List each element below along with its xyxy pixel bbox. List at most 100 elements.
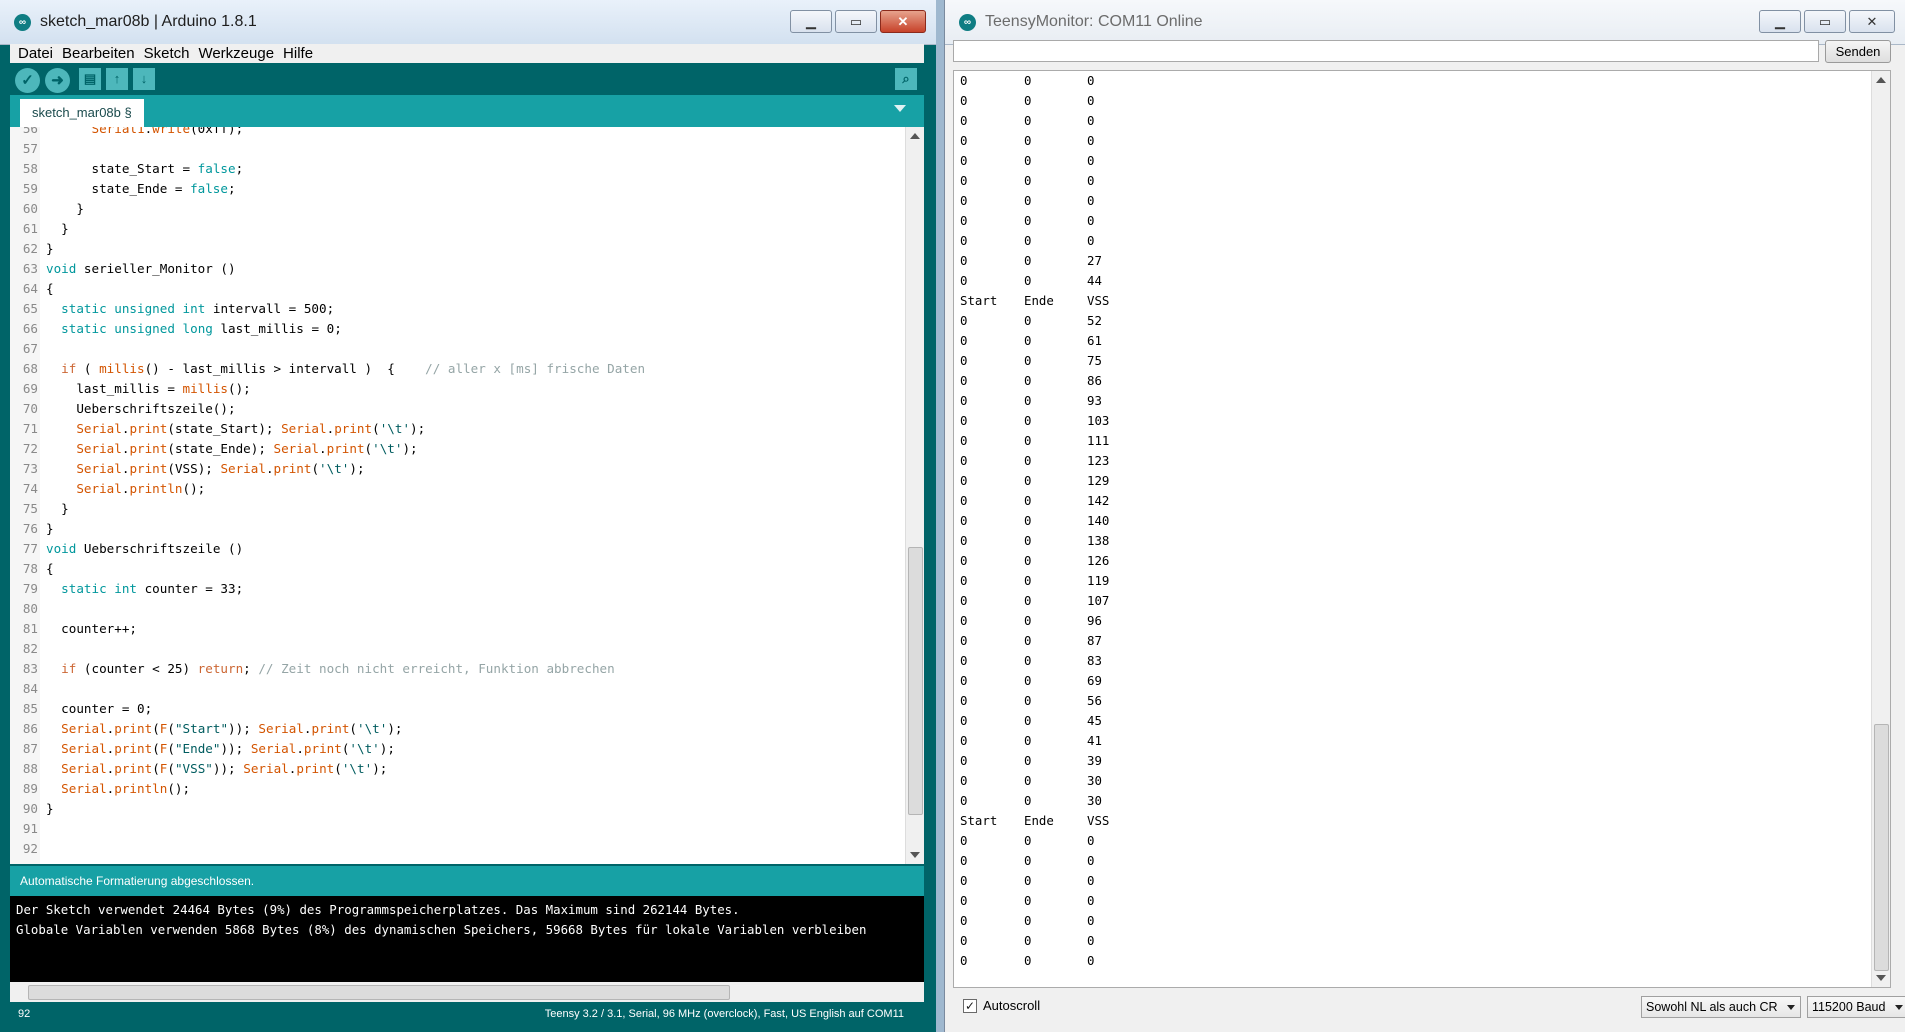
teensy-monitor-window: ∞ TeensyMonitor: COM11 Online ▁ ▭ ✕ Send… (944, 0, 1905, 1032)
monitor-row: 0 0 0 (954, 171, 1890, 191)
monitor-rows: 0 0 0 0 0 0 0 0 0 0 0 0 0 0 0 0 0 0 0 0 0 0 0 0 0 0 0 0 0 27 0 0 44 Start… (954, 71, 1890, 971)
code-line: 70 Ueberschriftszeile(); (10, 399, 904, 419)
code-line: 85 counter = 0; (10, 699, 904, 719)
menu-hilfe[interactable]: Hilfe (283, 44, 313, 63)
monitor-row: 0 0 69 (954, 671, 1890, 691)
monitor-row: 0 0 44 (954, 271, 1890, 291)
monitor-row: 0 0 126 (954, 551, 1890, 571)
monitor-row: 0 0 0 (954, 951, 1890, 971)
monitor-row: 0 0 56 (954, 691, 1890, 711)
scroll-thumb[interactable] (1874, 724, 1889, 971)
line-number: 80 (22, 601, 38, 616)
console-horizontal-scrollbar[interactable] (10, 982, 924, 1002)
menu-datei[interactable]: Datei (18, 44, 53, 63)
monitor-row: 0 0 41 (954, 731, 1890, 751)
scroll-thumb[interactable] (908, 547, 923, 815)
monitor-row: 0 0 111 (954, 431, 1890, 451)
send-button[interactable]: Senden (1825, 40, 1891, 63)
autoscroll-checkbox[interactable]: ✓ (963, 999, 977, 1013)
chevron-down-icon (1787, 1005, 1795, 1010)
line-number: 82 (22, 641, 38, 656)
save-icon[interactable]: ↓ (133, 68, 155, 90)
tab-menu-icon[interactable] (894, 105, 906, 112)
scroll-down-icon[interactable] (910, 852, 920, 858)
new-icon[interactable]: ▤ (79, 68, 101, 90)
baud-value: 115200 Baud (1812, 1000, 1886, 1014)
line-number: 71 (22, 421, 38, 436)
maximize-button[interactable]: ▭ (835, 10, 877, 33)
monitor-cell: 107 (1087, 593, 1110, 608)
scroll-down-icon[interactable] (1876, 975, 1886, 981)
monitor-cell: 0 (1024, 873, 1032, 888)
monitor-cell: 0 (960, 713, 968, 728)
monitor-cell: 0 (960, 733, 968, 748)
monitor-cell: 56 (1087, 693, 1102, 708)
line-ending-select[interactable]: Sowohl NL als auch CR (1641, 996, 1801, 1018)
minimize-button[interactable]: ▁ (790, 10, 832, 33)
maximize-icon: ▭ (1818, 13, 1832, 29)
verify-icon[interactable]: ✓ (15, 68, 40, 93)
baud-select[interactable]: 115200 Baud (1807, 996, 1905, 1018)
code-editor[interactable]: 56 Serial1.write(0xff); 57 58 state_Start … (10, 127, 924, 864)
code-line: 66 static unsigned long last_millis = 0; (10, 319, 904, 339)
code-line: 83 if (counter < 25) return; // Zeit noc… (10, 659, 904, 679)
status-bar: Automatische Formatierung abgeschlossen. (10, 866, 924, 896)
line-number: 60 (22, 201, 38, 216)
line-number: 61 (22, 221, 38, 236)
teensy-logo-icon: ∞ (959, 14, 976, 31)
monitor-cell: 0 (1024, 753, 1032, 768)
monitor-cell: 0 (1024, 333, 1032, 348)
code-line: 56 Serial1.write(0xff); (10, 127, 904, 139)
monitor-cell: 45 (1087, 713, 1102, 728)
code-line: 74 Serial.println(); (10, 479, 904, 499)
monitor-cell: 30 (1087, 793, 1102, 808)
monitor-cell: 0 (960, 693, 968, 708)
monitor-cell: 0 (1087, 153, 1095, 168)
minimize-button[interactable]: ▁ (1759, 10, 1801, 33)
code-text: Serial.print(state_Start); Serial.print(… (76, 421, 426, 436)
monitor-cell: 0 (960, 153, 968, 168)
teensy-titlebar[interactable]: ∞ TeensyMonitor: COM11 Online ▁ ▭ ✕ (945, 0, 1905, 45)
monitor-cell: 0 (1024, 233, 1032, 248)
scroll-thumb[interactable] (28, 985, 730, 1000)
monitor-row: 0 0 0 (954, 71, 1890, 91)
code-text: } (46, 801, 54, 816)
monitor-cell: 0 (960, 493, 968, 508)
monitor-cell: 0 (1024, 213, 1032, 228)
serial-monitor-icon[interactable]: ⌕ (895, 68, 917, 90)
serial-monitor-output[interactable]: 0 0 0 0 0 0 0 0 0 0 0 0 0 0 0 0 0 0 0 0 0 0 0 0 0 0 0 0 0 27 0 0 44 Start… (953, 70, 1891, 988)
monitor-cell: 0 (1087, 893, 1095, 908)
monitor-cell: 96 (1087, 613, 1102, 628)
line-number: 76 (22, 521, 38, 536)
close-button[interactable]: ✕ (880, 10, 926, 33)
line-number: 74 (22, 481, 38, 496)
line-number: 56 (22, 127, 38, 136)
monitor-cell: 103 (1087, 413, 1110, 428)
monitor-row: 0 0 0 (954, 191, 1890, 211)
monitor-controls: ✓ Autoscroll Sowohl NL als auch CR 11520… (953, 994, 1905, 1024)
monitor-row: 0 0 0 (954, 91, 1890, 111)
monitor-row: 0 0 0 (954, 911, 1890, 931)
open-icon[interactable]: ↑ (106, 68, 128, 90)
code-text: Serial.print(VSS); Serial.print('\t'); (76, 461, 365, 476)
code-line: 73 Serial.print(VSS); Serial.print('\t')… (10, 459, 904, 479)
tab-sketch[interactable]: sketch_mar08b § (20, 99, 144, 127)
upload-icon[interactable]: ➜ (45, 68, 70, 93)
monitor-cell: 0 (1087, 953, 1095, 968)
line-number: 89 (22, 781, 38, 796)
menu-sketch[interactable]: Sketch (144, 44, 190, 63)
send-input[interactable] (953, 40, 1819, 62)
code-line: 84 (10, 679, 904, 699)
minimize-icon: ▁ (1775, 13, 1785, 29)
monitor-row: 0 0 86 (954, 371, 1890, 391)
menu-werkzeuge[interactable]: Werkzeuge (198, 44, 274, 63)
arduino-titlebar[interactable]: ∞ sketch_mar08b | Arduino 1.8.1 ▁ ▭ ✕ (0, 0, 936, 45)
scroll-up-icon[interactable] (910, 133, 920, 139)
close-icon: ✕ (1866, 13, 1878, 29)
close-button[interactable]: ✕ (1849, 10, 1895, 33)
scroll-up-icon[interactable] (1876, 77, 1886, 83)
monitor-vertical-scrollbar[interactable] (1871, 71, 1890, 987)
menu-bearbeiten[interactable]: Bearbeiten (62, 44, 135, 63)
editor-vertical-scrollbar[interactable] (905, 127, 924, 864)
maximize-button[interactable]: ▭ (1804, 10, 1846, 33)
